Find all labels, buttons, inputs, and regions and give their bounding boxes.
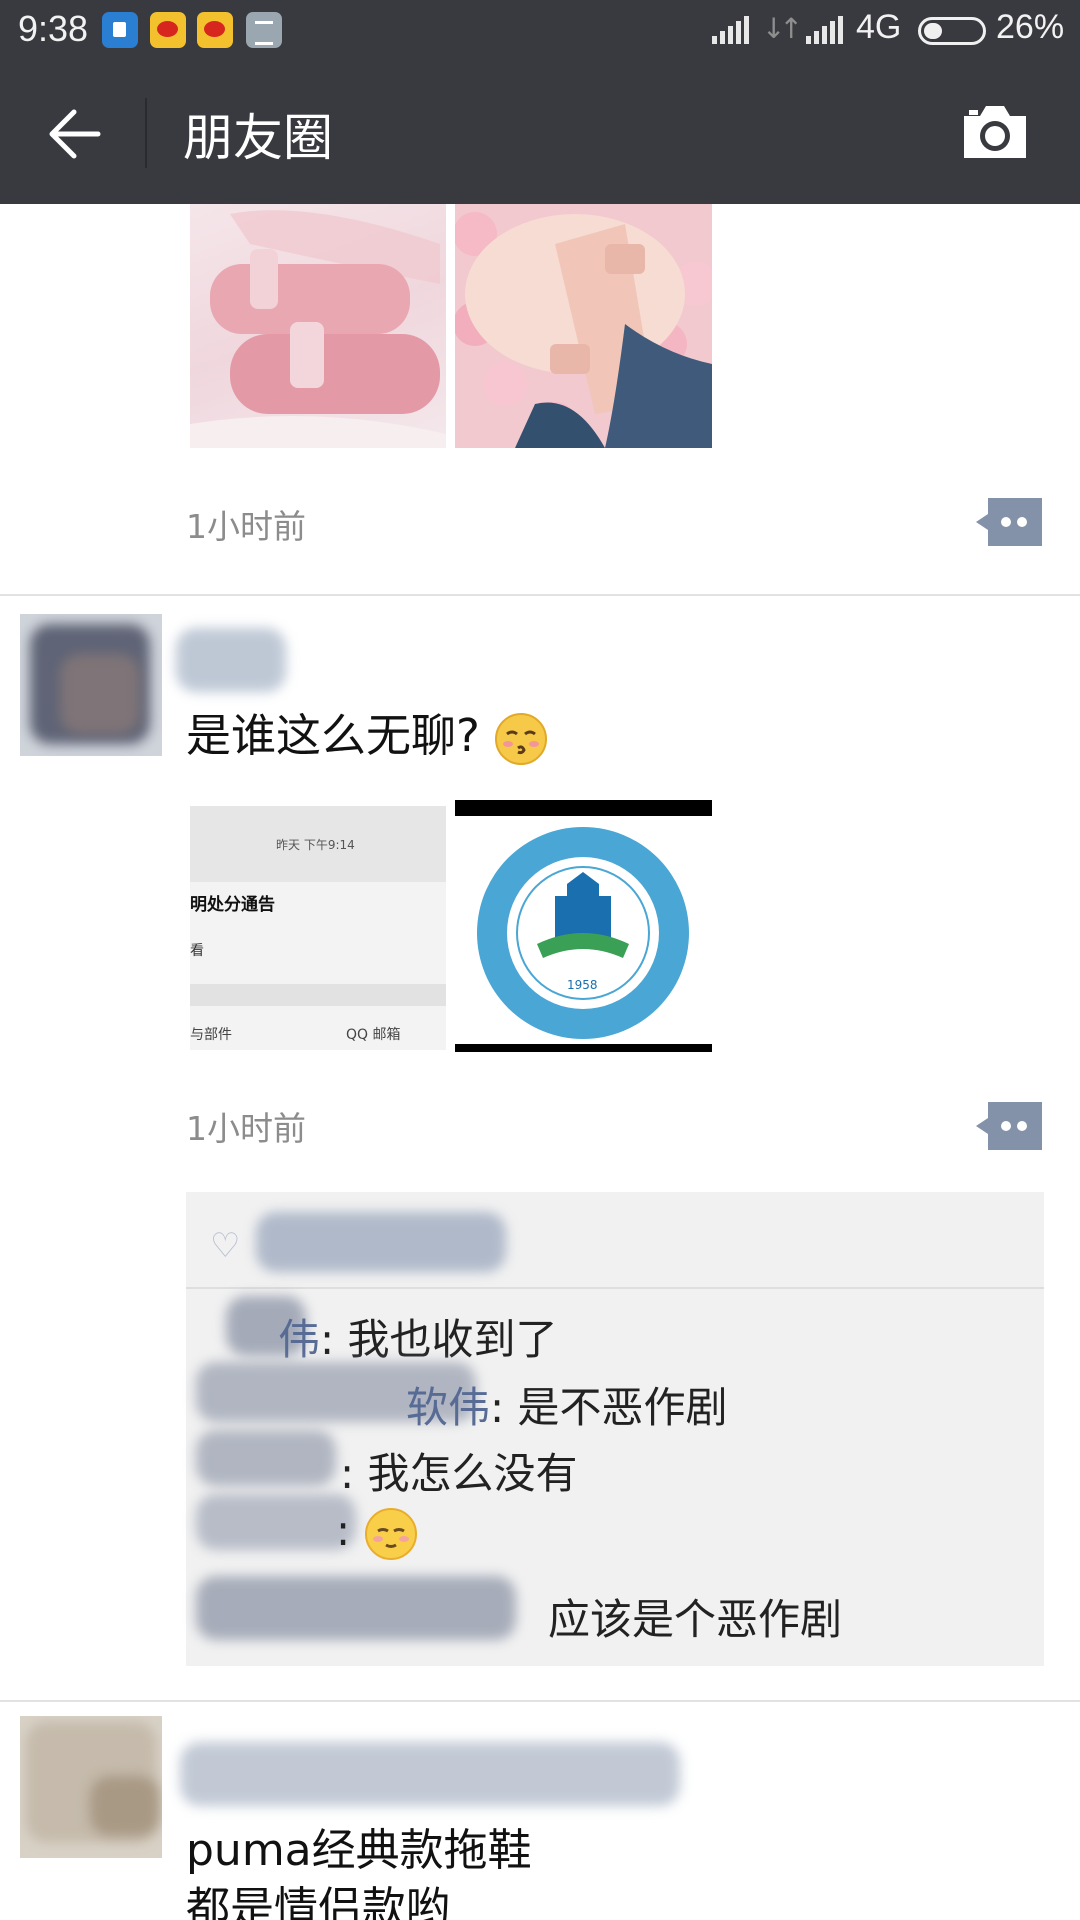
page-title: 朋友圈 (183, 109, 333, 167)
photo-caption: 看 (190, 943, 204, 959)
post-photo[interactable]: 昨天 下午9:14 明处分通告 看 与部件 QQ 邮箱 (190, 806, 446, 1050)
signal-icon (806, 16, 846, 44)
battery-icon (918, 17, 986, 45)
photo-caption: QQ 邮箱 (346, 1027, 401, 1043)
username-redacted (180, 1742, 680, 1806)
weibo-notification-icon (197, 12, 233, 48)
post-text-line: puma经典款拖鞋 (186, 1825, 532, 1876)
nav-bar: 朋友圈 (0, 62, 1080, 204)
message-notification-icon (246, 12, 282, 48)
avatar[interactable] (20, 1716, 162, 1858)
photo-caption: 昨天 下午9:14 (276, 838, 355, 852)
post-photo[interactable] (455, 204, 712, 448)
more-actions-icon[interactable] (976, 498, 1042, 546)
camera-icon[interactable] (960, 102, 1030, 162)
status-time: 9:38 (18, 8, 89, 49)
likes-comments-divider (186, 1287, 1044, 1289)
emoji-icon (364, 1507, 417, 1560)
post-photo[interactable] (190, 204, 446, 448)
university-logo (477, 827, 689, 1039)
app-notification-icon (102, 12, 138, 48)
username-redacted (176, 628, 286, 692)
post-divider (0, 1700, 1080, 1702)
comment-line[interactable]: 应该是个恶作剧 (548, 1586, 842, 1647)
sandal-image (190, 210, 446, 448)
post-time: 1小时前 (186, 1109, 306, 1148)
nav-divider (145, 98, 147, 168)
back-arrow-icon[interactable] (44, 104, 104, 164)
more-actions-icon[interactable] (976, 1102, 1042, 1150)
network-type: 4G (856, 8, 902, 46)
avatar[interactable] (20, 614, 162, 756)
data-arrows-icon: ↓↑ (762, 12, 803, 45)
comment-line[interactable]: : 我怎么没有 (340, 1440, 578, 1501)
comment-line[interactable]: : (336, 1506, 418, 1561)
photo-caption: 与部件 (190, 1027, 232, 1043)
post-time: 1小时前 (186, 507, 306, 546)
comments-section: ♡ 伟: 我也收到了 软伟: 是不恶作剧 : 我怎么没有 : 应该是个恶作剧 (186, 1192, 1044, 1666)
post-divider (0, 594, 1080, 596)
sandal-balls-image (455, 212, 712, 448)
status-bar: 9:38 ↓↑ 4G 26% (0, 0, 1080, 62)
likes-redacted (256, 1212, 506, 1272)
emoji-icon (495, 713, 548, 765)
comment-line[interactable]: 伟: 我也收到了 (278, 1306, 558, 1367)
battery-percent: 26% (996, 8, 1065, 46)
post-text-line: 都是情侣款哟 (186, 1883, 450, 1920)
comment-line[interactable]: 软伟: 是不恶作剧 (406, 1374, 728, 1435)
comment-author[interactable]: 伟 (278, 1315, 320, 1364)
signal-icon (712, 16, 752, 44)
photo-caption: 明处分通告 (190, 895, 275, 915)
post-photo[interactable]: 1958 (455, 800, 712, 1052)
comment-author[interactable]: 软伟 (406, 1383, 490, 1432)
logo-year: 1958 (567, 978, 598, 992)
post-text: 是谁这么无聊? (186, 708, 548, 766)
heart-icon: ♡ (210, 1226, 241, 1266)
weibo-notification-icon (150, 12, 186, 48)
